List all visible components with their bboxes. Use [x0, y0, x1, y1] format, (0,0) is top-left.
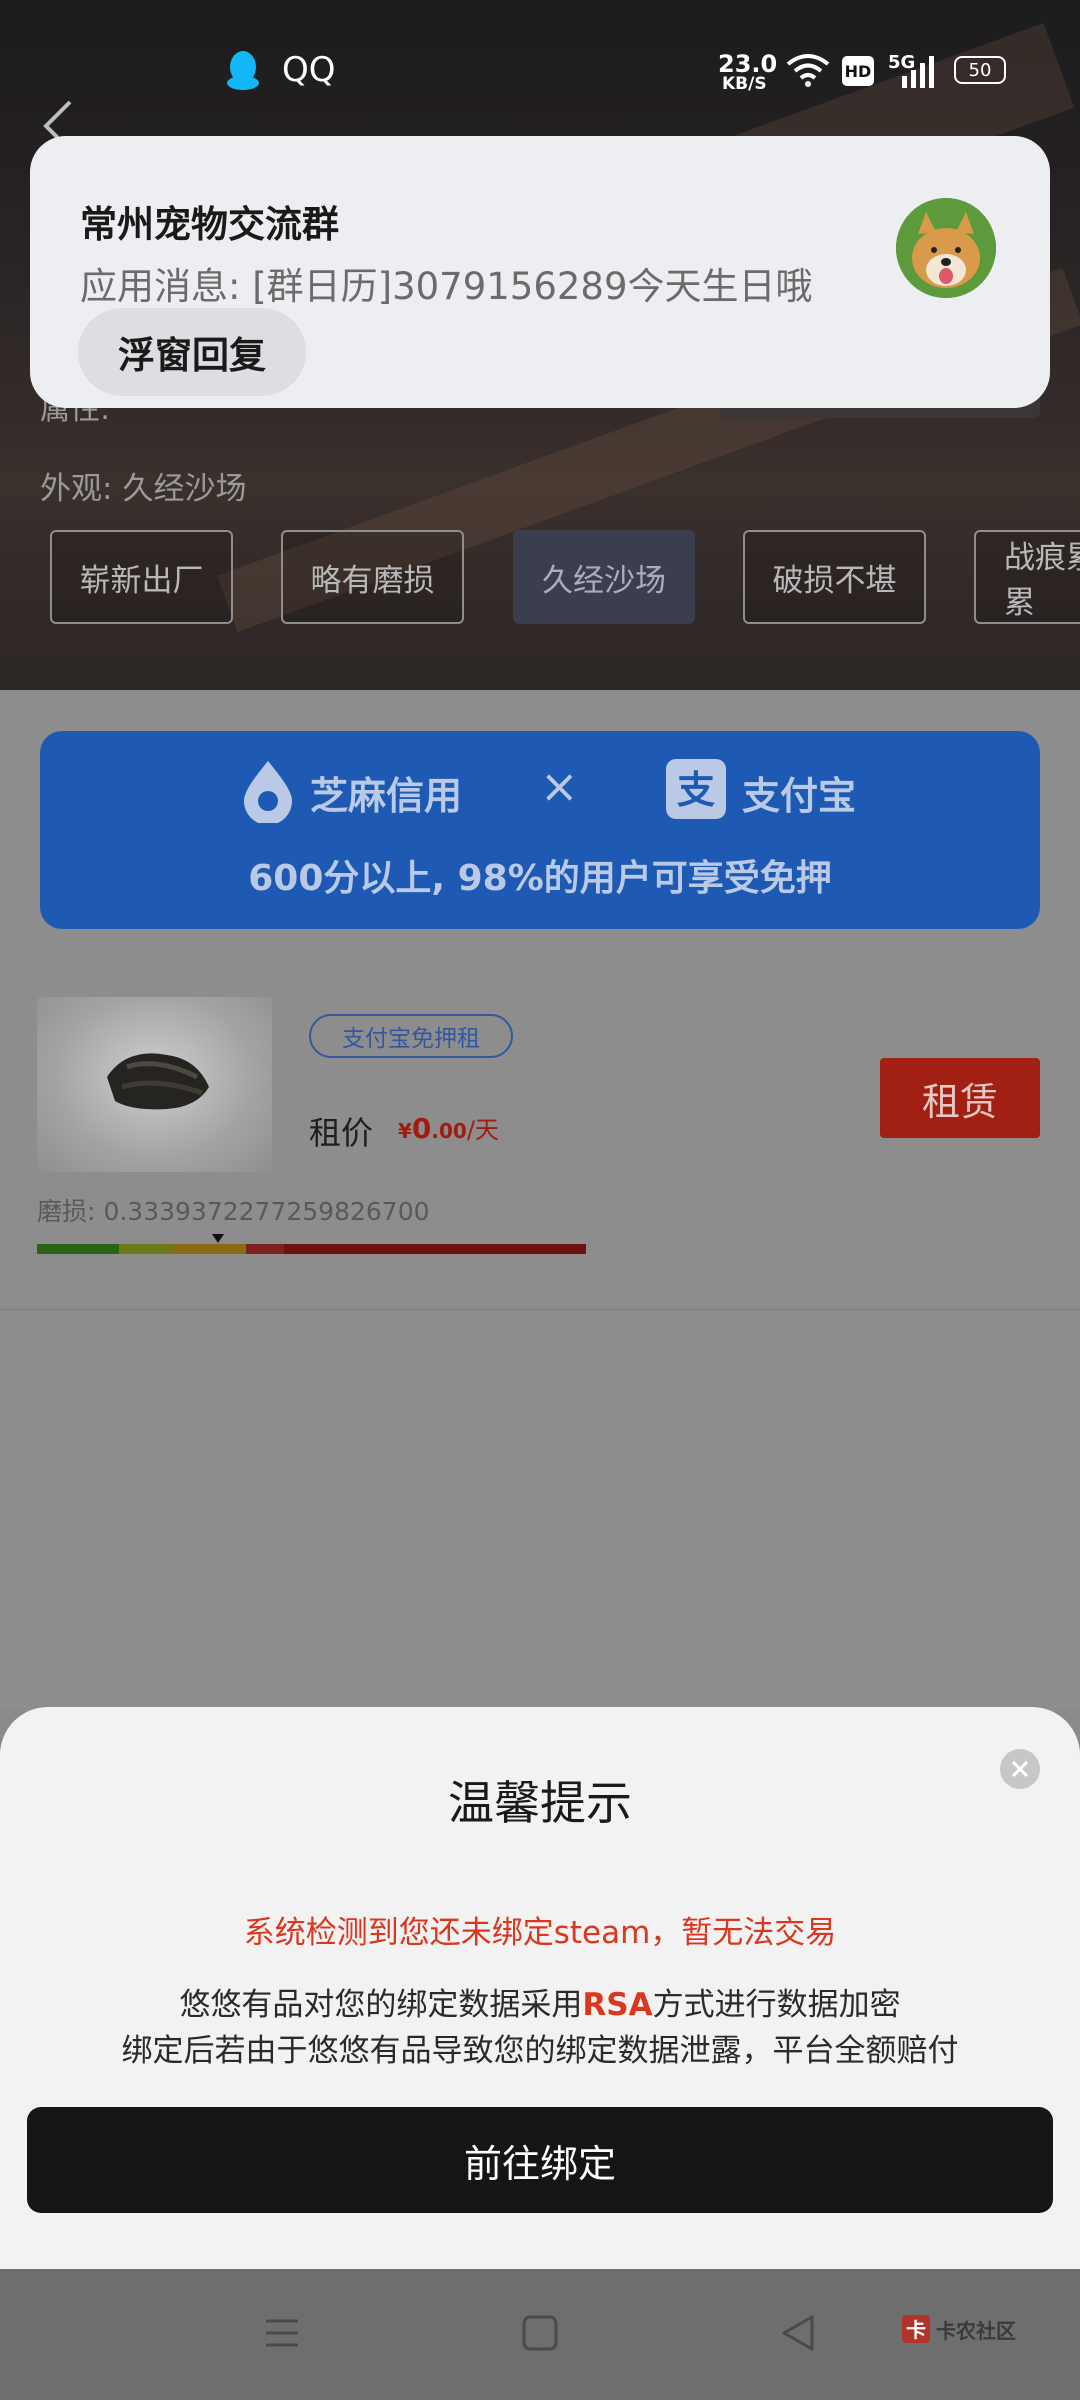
wear-option-field-tested[interactable]: 久经沙场	[513, 530, 695, 624]
price-integer: 0	[411, 1112, 432, 1145]
times-icon: ×	[540, 759, 579, 813]
wear-readout: 磨损: 0.3339372277259826700	[37, 1192, 430, 1228]
wear-option-minimal-wear[interactable]: 略有磨损	[281, 530, 464, 624]
status-bar: QQ 23.0 KB/S HD 5G 50	[0, 0, 1080, 136]
price-decimal: .00	[431, 1119, 467, 1143]
battery-icon: 50	[954, 56, 1006, 84]
dialog-line-2: 绑定后若由于悠悠有品导致您的绑定数据泄露，平台全额赔付	[121, 2033, 959, 2069]
close-icon[interactable]	[1000, 1749, 1040, 1789]
zhima-credit-icon	[240, 759, 296, 827]
net-speed-unit: KB/S	[722, 74, 767, 94]
dialog-warning: 系统检测到您还未绑定steam，暂无法交易	[243, 1915, 837, 1951]
gloves-image	[97, 1037, 217, 1131]
price-currency: ¥	[398, 1119, 412, 1143]
dialog-line-1: 悠悠有品对您的绑定数据采用RSA方式进行数据加密	[0, 1979, 1080, 2024]
float-reply-button[interactable]: 浮窗回复	[78, 308, 306, 396]
wear-option-battle-scarred[interactable]: 战痕累累	[974, 530, 1080, 624]
signal-icon	[900, 56, 936, 92]
wear-pointer-icon	[212, 1234, 224, 1243]
home-icon[interactable]	[520, 2313, 560, 2357]
dialog-title: 温馨提示	[448, 1776, 632, 1830]
price-label: 租价	[309, 1114, 374, 1152]
banner-slogan: 600分以上, 98%的用户可享受免押	[248, 858, 832, 899]
dialog-line-1-suffix: 方式进行数据加密	[652, 1987, 901, 2023]
qq-notification[interactable]: 常州宠物交流群 应用消息: [群日历]3079156289今天生日哦 浮窗回复	[30, 136, 1050, 408]
qq-penguin-icon	[226, 50, 260, 92]
wifi-icon	[786, 52, 830, 92]
notification-title: 常州宠物交流群	[80, 203, 339, 246]
notification-app-name: QQ	[282, 50, 336, 90]
system-navigation-bar: 卡 卡农社区	[0, 2269, 1080, 2400]
item-thumbnail[interactable]	[37, 997, 272, 1172]
zhima-credit-label: 芝麻信用	[310, 774, 463, 818]
exterior-value: 久经沙场	[122, 471, 247, 507]
svg-text:支: 支	[677, 768, 715, 812]
wear-label: 磨损:	[37, 1197, 96, 1226]
rsa-highlight: RSA	[582, 1987, 653, 2023]
wear-value: 0.3339372277259826700	[103, 1197, 430, 1226]
notification-message: 应用消息: [群日历]3079156289今天生日哦	[80, 265, 813, 308]
price-value: ¥0.00/天	[398, 1110, 499, 1145]
wear-option-well-worn[interactable]: 破损不堪	[743, 530, 926, 624]
rent-button[interactable]: 租赁	[880, 1058, 1040, 1138]
alipay-label: 支付宝	[742, 774, 857, 818]
exterior-label-text: 外观:	[40, 471, 113, 507]
alipay-logo-icon: 支	[666, 759, 726, 819]
dialog-line-1-prefix: 悠悠有品对您的绑定数据采用	[179, 1987, 583, 2023]
menu-icon[interactable]	[262, 2313, 302, 2357]
avatar[interactable]	[896, 198, 996, 298]
deposit-free-tag: 支付宝免押租	[309, 1014, 513, 1058]
go-bind-button[interactable]: 前往绑定	[27, 2107, 1053, 2213]
back-icon[interactable]	[778, 2313, 818, 2357]
hd-badge: HD	[842, 56, 874, 86]
zhima-alipay-banner[interactable]: 芝麻信用 × 支 支付宝 600分以上, 98%的用户可享受免押	[40, 731, 1040, 929]
wear-option-factory-new[interactable]: 崭新出厂	[50, 530, 233, 624]
wear-bar	[37, 1244, 586, 1254]
exterior-label: 外观: 久经沙场	[40, 463, 246, 508]
price-unit: /天	[466, 1116, 499, 1144]
divider	[0, 1309, 1080, 1310]
watermark-logo-icon: 卡	[900, 2313, 932, 2345]
watermark-text: 卡农社区	[936, 2319, 1016, 2343]
svg-text:卡: 卡	[906, 2318, 926, 2342]
